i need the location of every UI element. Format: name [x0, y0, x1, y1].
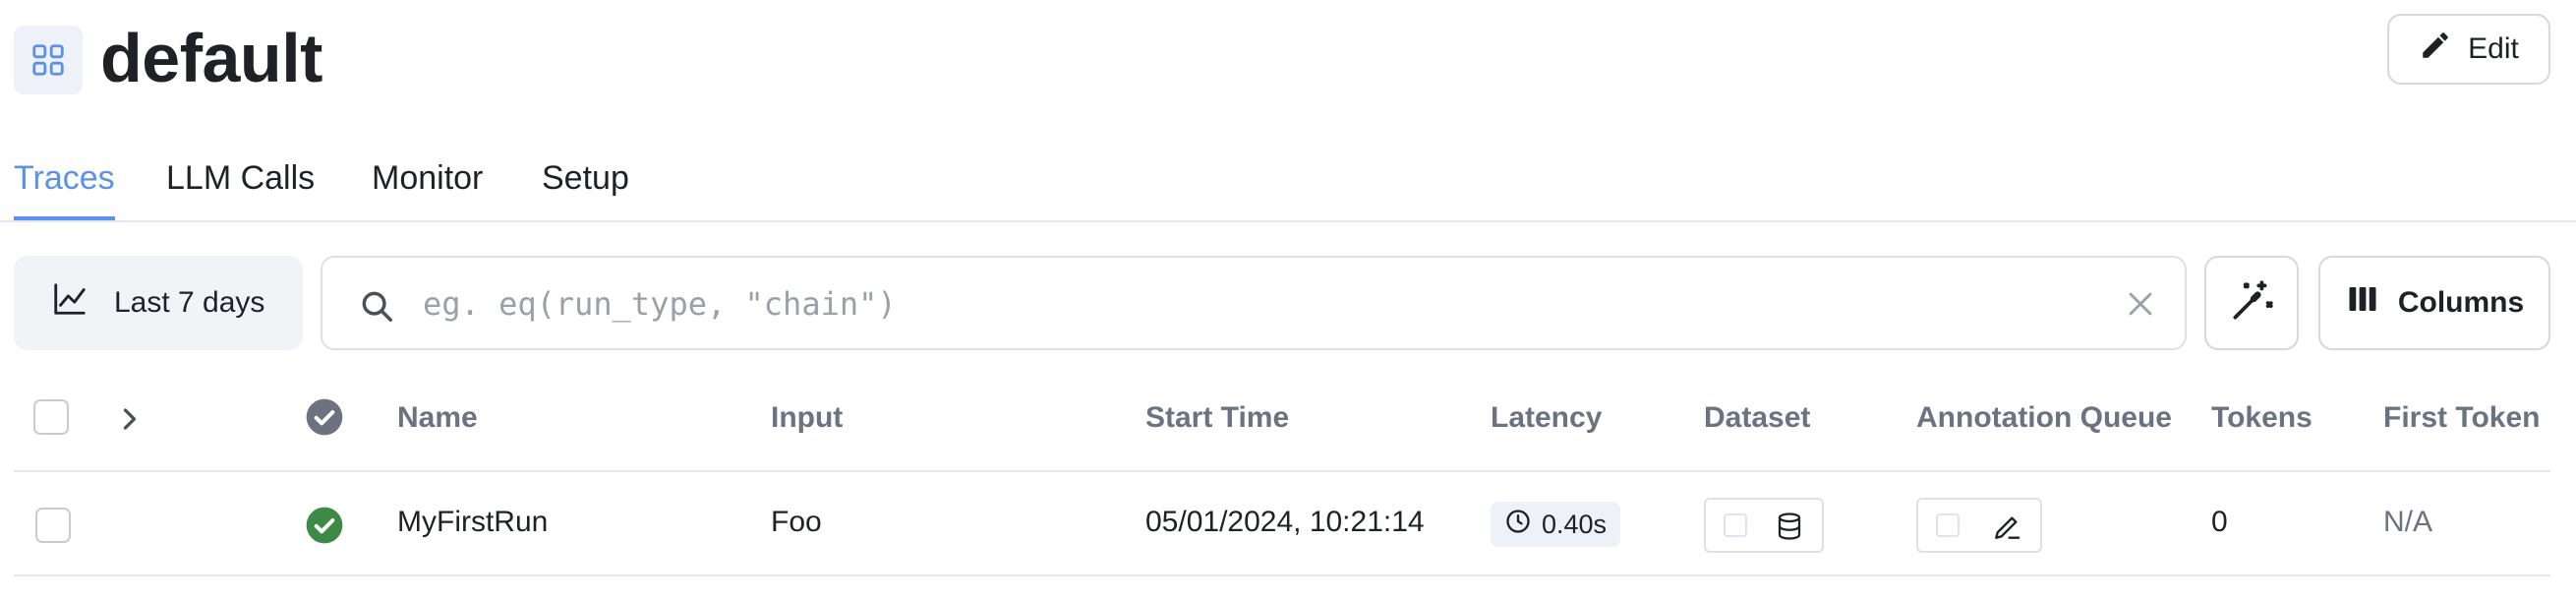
- column-header-tokens[interactable]: Tokens: [2211, 401, 2313, 435]
- columns-label: Columns: [2397, 286, 2525, 319]
- edit-button[interactable]: Edit: [2387, 14, 2550, 85]
- column-header-first-token[interactable]: First Token: [2383, 401, 2540, 435]
- tab-bar: Traces LLM Calls Monitor Setup: [0, 148, 2576, 222]
- chevron-right-icon[interactable]: [112, 401, 147, 442]
- magic-wand-icon: [2227, 276, 2276, 331]
- column-header-latency[interactable]: Latency: [1491, 401, 1602, 435]
- tab-setup[interactable]: Setup: [542, 155, 629, 220]
- select-all-checkbox[interactable]: [33, 399, 69, 435]
- search-box: [321, 256, 2187, 350]
- search-input[interactable]: [423, 279, 2094, 329]
- pen-icon: [1991, 512, 2022, 548]
- line-chart-icon: [51, 280, 88, 326]
- column-header-start-time[interactable]: Start Time: [1145, 401, 1289, 435]
- magic-filter-button[interactable]: [2204, 256, 2299, 350]
- run-name[interactable]: MyFirstRun: [397, 506, 548, 539]
- search-icon: [358, 287, 395, 330]
- run-first-token: N/A: [2383, 506, 2433, 538]
- page-header: default Edit: [14, 14, 2550, 96]
- page-title: default: [100, 20, 322, 96]
- add-to-dataset-button[interactable]: [1704, 498, 1824, 553]
- run-tokens: 0: [2211, 506, 2228, 538]
- dataset-checkbox: [1724, 513, 1747, 537]
- row-checkbox[interactable]: [35, 508, 71, 543]
- close-icon[interactable]: [2124, 287, 2157, 326]
- column-header-input[interactable]: Input: [771, 401, 843, 435]
- clock-icon: [1504, 508, 1532, 542]
- latency-value: 0.40s: [1542, 509, 1608, 539]
- table-row[interactable]: MyFirstRun Foo 05/01/2024, 10:21:14 0.40…: [14, 474, 2550, 576]
- pencil-icon: [2419, 29, 2452, 70]
- tab-monitor[interactable]: Monitor: [372, 155, 483, 220]
- annotation-checkbox: [1936, 513, 1960, 537]
- column-header-name[interactable]: Name: [397, 401, 478, 435]
- toolbar: Last 7 days eg. eq(run_type, "chain") Co…: [14, 256, 2550, 350]
- columns-button[interactable]: Columns: [2318, 256, 2550, 350]
- database-icon: [1775, 512, 1804, 546]
- time-range-label: Last 7 days: [114, 286, 265, 319]
- columns-icon: [2345, 281, 2380, 325]
- grid-icon: [14, 26, 83, 94]
- add-to-annotation-queue-button[interactable]: [1916, 498, 2042, 553]
- run-input: Foo: [771, 506, 822, 538]
- tab-llm-calls[interactable]: LLM Calls: [166, 155, 315, 220]
- latency-badge: 0.40s: [1491, 502, 1621, 547]
- edit-label: Edit: [2468, 32, 2519, 65]
- column-header-dataset[interactable]: Dataset: [1704, 401, 1810, 435]
- time-range-button[interactable]: Last 7 days: [14, 256, 303, 350]
- tab-traces[interactable]: Traces: [14, 155, 115, 220]
- success-check-icon: [305, 506, 344, 550]
- run-start-time: 05/01/2024, 10:21:14: [1145, 506, 1425, 538]
- column-header-annotation-queue[interactable]: Annotation Queue: [1916, 401, 2172, 435]
- status-header-icon: [305, 397, 344, 442]
- table-header-row: Name Input Start Time Latency Dataset An…: [14, 374, 2550, 472]
